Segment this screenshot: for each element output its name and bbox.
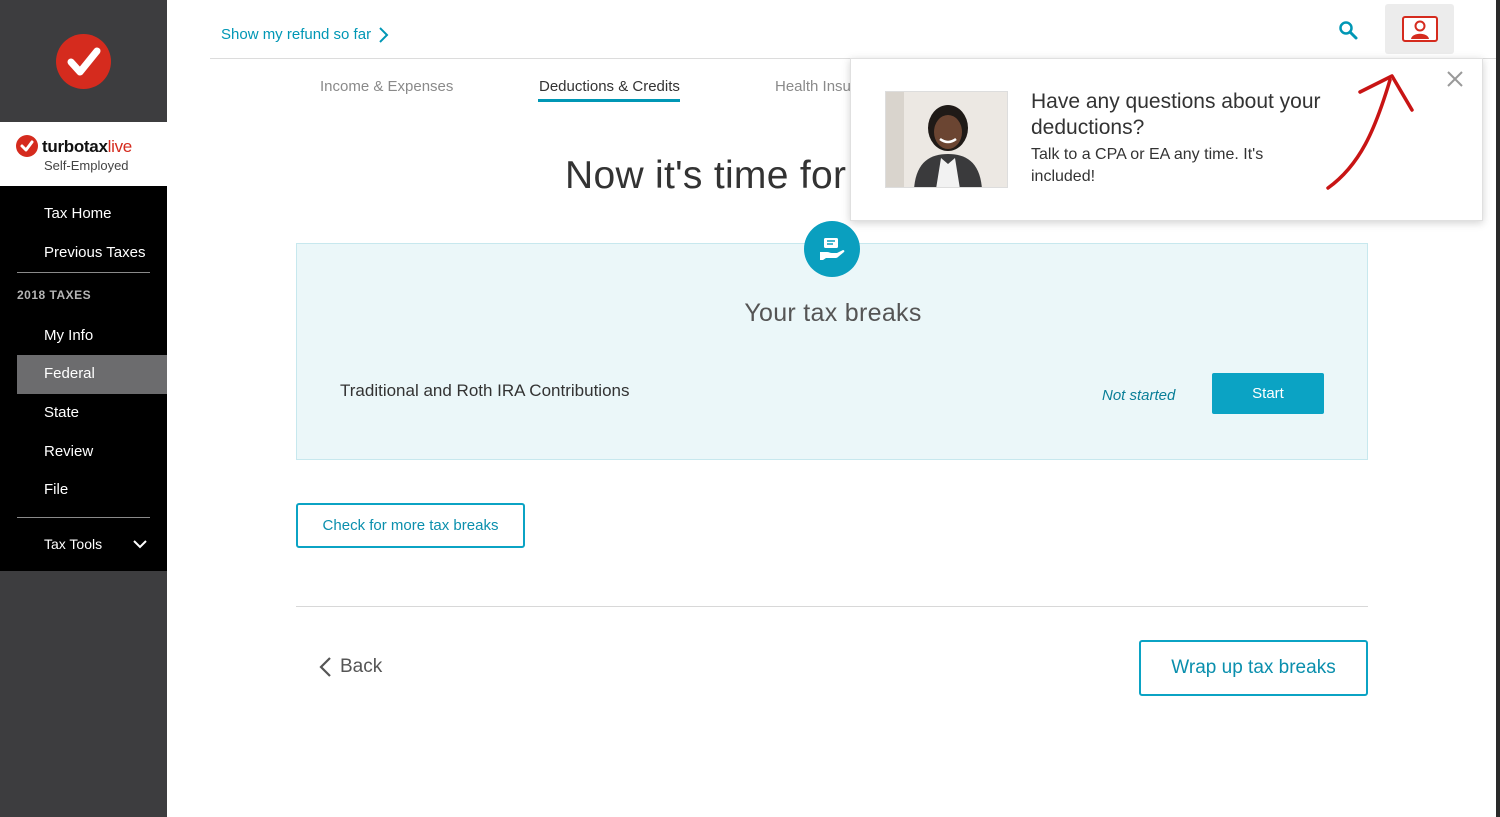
scrollbar[interactable] bbox=[1496, 0, 1500, 817]
sidebar-nav: Tax Home Previous Taxes 2018 TAXES My In… bbox=[0, 186, 167, 571]
logo-area bbox=[0, 0, 167, 122]
popup-title: Have any questions about your deductions… bbox=[1031, 90, 1321, 139]
chevron-left-icon bbox=[319, 657, 331, 677]
check-more-tax-breaks-button[interactable]: Check for more tax breaks bbox=[296, 503, 525, 548]
live-expert-button[interactable] bbox=[1385, 4, 1454, 54]
back-label: Back bbox=[340, 656, 383, 677]
annotation-arrow-icon bbox=[1326, 74, 1414, 190]
active-tab-indicator bbox=[538, 99, 680, 102]
sidebar-section-header: 2018 TAXES bbox=[17, 288, 92, 302]
start-button[interactable]: Start bbox=[1212, 373, 1324, 414]
brand-subtitle: Self-Employed bbox=[44, 158, 129, 173]
sidebar-item-tax-tools[interactable]: Tax Tools bbox=[44, 536, 102, 552]
page-title: Now it's time for bbox=[565, 154, 847, 197]
app: turbotaxlive Self-Employed Tax Home Prev… bbox=[0, 0, 1500, 817]
sidebar-item-my-info[interactable]: My Info bbox=[44, 327, 93, 344]
expert-video-icon bbox=[1402, 16, 1438, 42]
tab-income-expenses[interactable]: Income & Expenses bbox=[320, 78, 453, 95]
search-icon[interactable] bbox=[1338, 20, 1360, 42]
tax-breaks-title: Your tax breaks bbox=[744, 299, 922, 327]
close-icon[interactable] bbox=[1446, 70, 1464, 88]
sidebar-item-federal[interactable]: Federal bbox=[44, 365, 95, 382]
tab-deductions-credits[interactable]: Deductions & Credits bbox=[539, 78, 680, 95]
sidebar: turbotaxlive Self-Employed Tax Home Prev… bbox=[0, 0, 167, 817]
content-divider bbox=[296, 606, 1368, 607]
sidebar-divider bbox=[17, 517, 150, 518]
tax-break-name: Traditional and Roth IRA Contributions bbox=[340, 381, 630, 400]
show-refund-link[interactable]: Show my refund so far bbox=[221, 26, 371, 43]
chevron-right-icon[interactable] bbox=[378, 26, 390, 44]
sidebar-item-state[interactable]: State bbox=[44, 404, 79, 421]
sidebar-item-tax-home[interactable]: Tax Home bbox=[44, 205, 112, 222]
tax-breaks-icon bbox=[804, 221, 860, 277]
brand-name-main: turbotax bbox=[42, 137, 108, 156]
sidebar-item-review[interactable]: Review bbox=[44, 443, 93, 460]
sidebar-item-file[interactable]: File bbox=[44, 481, 68, 498]
wrap-up-tax-breaks-button[interactable]: Wrap up tax breaks bbox=[1139, 640, 1368, 696]
brand-name: turbotaxlive bbox=[42, 137, 132, 157]
turbotax-logo-icon[interactable] bbox=[56, 34, 111, 89]
expert-photo bbox=[885, 91, 1008, 188]
sidebar-item-previous-taxes[interactable]: Previous Taxes bbox=[44, 244, 145, 261]
brand-name-accent: live bbox=[107, 137, 133, 156]
tax-break-status: Not started bbox=[1102, 387, 1176, 404]
popup-body: Talk to a CPA or EA any time. It's inclu… bbox=[1031, 146, 1264, 185]
checkmark-logo-icon bbox=[16, 135, 38, 157]
sidebar-divider bbox=[17, 272, 150, 273]
chevron-down-icon[interactable] bbox=[133, 539, 147, 549]
brand-area: turbotaxlive Self-Employed bbox=[0, 122, 167, 186]
tab-health-insurance[interactable]: Health Insu bbox=[775, 78, 851, 95]
